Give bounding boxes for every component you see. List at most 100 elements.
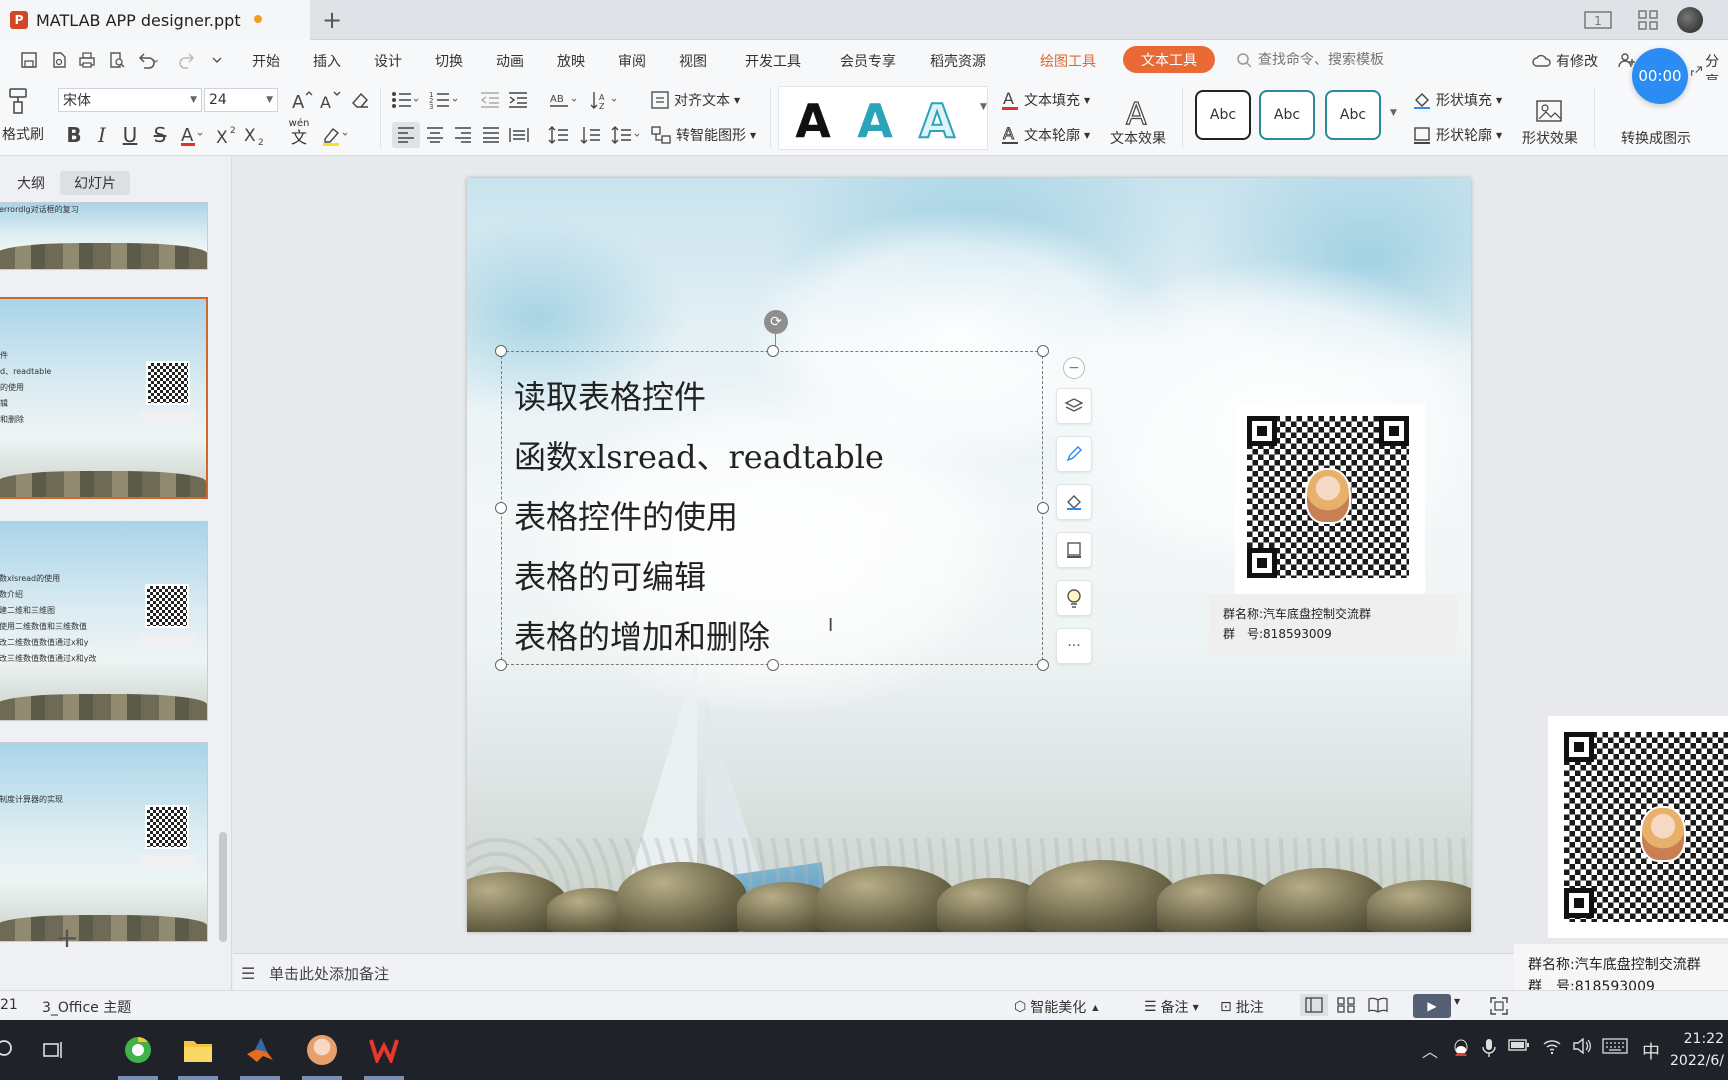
superscript-icon[interactable]: X2 bbox=[214, 122, 240, 148]
bullet-list-icon[interactable] bbox=[390, 88, 422, 112]
collapse-tools-icon[interactable]: − bbox=[1063, 357, 1085, 379]
new-tab-button[interactable]: + bbox=[318, 6, 346, 34]
battery-icon[interactable] bbox=[1508, 1038, 1530, 1052]
menu-developer[interactable]: 开发工具 bbox=[745, 51, 801, 71]
resize-handle-n[interactable] bbox=[767, 345, 779, 357]
matlab-icon[interactable] bbox=[240, 1030, 280, 1070]
decrease-indent-icon[interactable] bbox=[478, 88, 502, 112]
smart-beautify-button[interactable]: ⬡ 智能美化 ▲ bbox=[1014, 997, 1098, 1017]
italic-icon[interactable]: I bbox=[90, 122, 114, 148]
distribute-icon[interactable] bbox=[506, 122, 532, 148]
resize-handle-e[interactable] bbox=[1037, 502, 1049, 514]
resize-handle-ne[interactable] bbox=[1037, 345, 1049, 357]
align-text-button[interactable]: 对齐文本 ▼ bbox=[650, 88, 740, 112]
slide-thumbnail-20[interactable]: errordlg对话框的复习 bbox=[0, 202, 208, 270]
text-fill-button[interactable]: A 文本填充 ▼ bbox=[1000, 88, 1090, 112]
redo-icon[interactable] bbox=[176, 50, 198, 70]
text-outline-button[interactable]: A 文本轮廓 ▼ bbox=[1000, 122, 1090, 148]
slide-canvas[interactable]: ⟳ 读取表格控件 函数xlsread、readtable 表格控件的使用 表格的… bbox=[467, 178, 1471, 932]
user-avatar[interactable] bbox=[1675, 7, 1705, 33]
line-spacing-icon[interactable] bbox=[546, 122, 572, 148]
format-painter-icon[interactable] bbox=[4, 86, 32, 116]
font-color-icon[interactable]: A bbox=[178, 122, 206, 148]
clear-format-icon[interactable] bbox=[348, 88, 372, 112]
menu-design[interactable]: 设计 bbox=[374, 51, 402, 71]
wordart-style-teal[interactable]: A bbox=[851, 94, 899, 148]
shape-style-3[interactable]: Abc bbox=[1325, 90, 1381, 140]
save-icon[interactable] bbox=[18, 50, 40, 70]
document-tab[interactable]: P MATLAB APP designer.ppt bbox=[0, 0, 310, 40]
resize-handle-sw[interactable] bbox=[495, 659, 507, 671]
apps-grid-icon[interactable] bbox=[1634, 8, 1662, 32]
comment-button[interactable]: ⊡ 批注 bbox=[1220, 997, 1264, 1017]
recording-timer[interactable]: 00:00 bbox=[1632, 48, 1688, 104]
menu-text-tools[interactable]: 文本工具 bbox=[1123, 46, 1215, 73]
subscript-icon[interactable]: X2 bbox=[242, 122, 268, 148]
strikethrough-icon[interactable]: S bbox=[148, 122, 172, 148]
shape-style-2[interactable]: Abc bbox=[1259, 90, 1315, 140]
print-preview-icon[interactable] bbox=[106, 50, 128, 70]
align-right-icon[interactable] bbox=[450, 122, 476, 148]
menu-animation[interactable]: 动画 bbox=[496, 51, 524, 71]
highlight-icon[interactable] bbox=[320, 122, 352, 148]
format-painter-label[interactable]: 格式刷 bbox=[0, 124, 44, 144]
reading-view-icon[interactable] bbox=[1366, 997, 1390, 1013]
tab-slides[interactable]: 幻灯片 bbox=[60, 171, 130, 195]
shape-fill-button[interactable]: 形状填充 ▼ bbox=[1412, 88, 1502, 112]
command-search-input[interactable] bbox=[1258, 52, 1448, 68]
selected-text-box[interactable]: ⟳ 读取表格控件 函数xlsread、readtable 表格控件的使用 表格的… bbox=[495, 310, 1049, 671]
pinyin-guide-button[interactable]: wén 文 bbox=[282, 118, 316, 148]
numbered-list-icon[interactable]: 123 bbox=[428, 88, 462, 112]
notes-placeholder[interactable]: 单击此处添加备注 bbox=[269, 963, 389, 984]
resize-handle-se[interactable] bbox=[1037, 659, 1049, 671]
normal-view-icon[interactable] bbox=[1300, 994, 1328, 1016]
more-tools-button[interactable]: ··· bbox=[1056, 628, 1092, 664]
slide-sorter-icon[interactable] bbox=[1334, 997, 1358, 1013]
layers-icon[interactable] bbox=[1056, 388, 1092, 424]
outline-shape-icon[interactable] bbox=[1056, 532, 1092, 568]
slide-bullet-3[interactable]: 表格控件的使用 bbox=[514, 492, 738, 538]
slide-thumbnail-21[interactable]: 件 d、readtable 的使用 辑 和删除 bbox=[0, 297, 208, 499]
tab-outline[interactable]: 大纲 bbox=[10, 171, 52, 195]
slide-bullet-4[interactable]: 表格的可编辑 bbox=[514, 552, 706, 598]
wordart-style-outline[interactable]: A bbox=[913, 93, 961, 149]
browser-icon[interactable] bbox=[118, 1030, 158, 1070]
menu-docer[interactable]: 稻壳资源 bbox=[930, 51, 986, 71]
qq-tray-icon[interactable] bbox=[1452, 1038, 1470, 1058]
menu-view[interactable]: 视图 bbox=[679, 51, 707, 71]
slide-qr-image[interactable] bbox=[1235, 404, 1425, 594]
shape-style-more-icon[interactable]: ▼ bbox=[1390, 108, 1397, 118]
microphone-icon[interactable] bbox=[1482, 1038, 1496, 1058]
rotate-icon[interactable]: ⟳ bbox=[764, 310, 788, 334]
undo-icon[interactable] bbox=[136, 50, 158, 70]
menu-insert[interactable]: 插入 bbox=[313, 51, 341, 71]
convert-smartart-button[interactable]: 转智能图形 ▼ bbox=[650, 122, 756, 148]
underline-icon[interactable]: U bbox=[118, 122, 142, 148]
play-slideshow-icon[interactable]: ▶ bbox=[1413, 994, 1451, 1018]
font-size-select[interactable]: 24 ▼ bbox=[204, 88, 278, 112]
increase-font-icon[interactable]: A bbox=[290, 88, 314, 112]
slide-bullet-5[interactable]: 表格的增加和删除 bbox=[514, 612, 770, 658]
search-icon[interactable] bbox=[0, 1030, 26, 1070]
volume-icon[interactable] bbox=[1572, 1038, 1592, 1054]
command-search[interactable] bbox=[1236, 49, 1466, 71]
text-effect-button[interactable]: A 文本效果 bbox=[1102, 84, 1174, 148]
resize-handle-w[interactable] bbox=[495, 502, 507, 514]
menu-review[interactable]: 审阅 bbox=[618, 51, 646, 71]
spacing-options-icon[interactable] bbox=[610, 122, 644, 148]
align-center-icon[interactable] bbox=[422, 122, 448, 148]
shape-outline-button[interactable]: 形状轮廓 ▼ bbox=[1412, 122, 1502, 148]
task-view-icon[interactable] bbox=[34, 1030, 74, 1070]
shape-style-1[interactable]: Abc bbox=[1195, 90, 1251, 140]
system-clock[interactable]: 21:22 2022/6/ bbox=[1670, 1028, 1724, 1072]
chat-app-icon[interactable] bbox=[302, 1030, 342, 1070]
increase-indent-icon[interactable] bbox=[506, 88, 530, 112]
wifi-icon[interactable] bbox=[1542, 1038, 1562, 1054]
fit-to-window-icon[interactable] bbox=[1490, 997, 1508, 1015]
chevron-down-icon[interactable]: ▼ bbox=[1454, 997, 1460, 1006]
font-family-select[interactable]: 宋体 ▼ bbox=[58, 88, 202, 112]
fill-bucket-icon[interactable] bbox=[1056, 484, 1092, 520]
shape-effect-button[interactable]: 形状效果 bbox=[1514, 84, 1586, 148]
menu-slideshow[interactable]: 放映 bbox=[557, 51, 585, 71]
slide-bullet-1[interactable]: 读取表格控件 bbox=[514, 372, 706, 418]
